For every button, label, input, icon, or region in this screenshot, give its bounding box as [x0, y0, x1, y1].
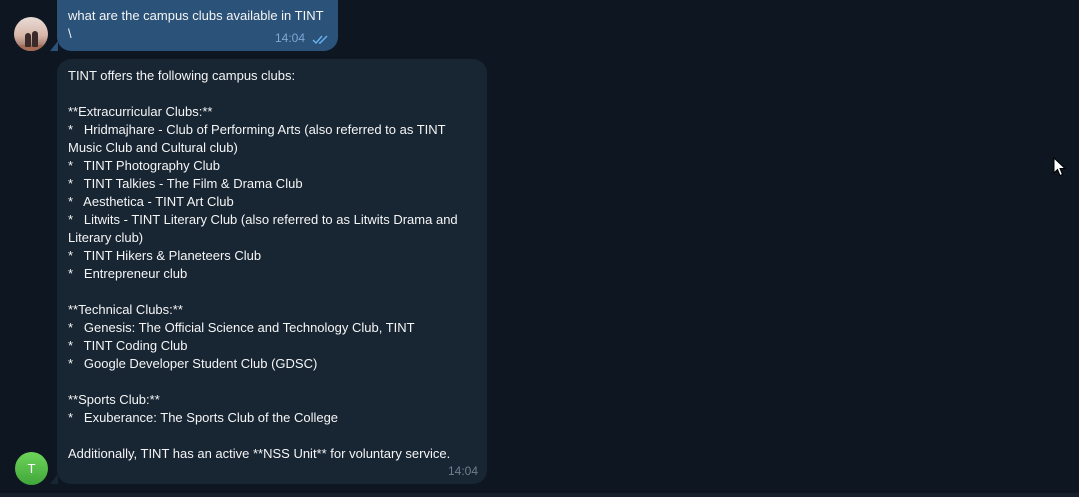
message-body: TINT offers the following campus clubs: …: [68, 67, 476, 463]
message-text-line: * TINT Coding Club: [68, 338, 188, 353]
message-text-line: * TINT Talkies - The Film & Drama Club: [68, 176, 303, 191]
message-text-line: TINT offers the following campus clubs:: [68, 68, 296, 83]
message-text-line: **Sports Club:**: [68, 392, 160, 407]
message-time: 14:04: [274, 31, 305, 45]
message-text-line: * Genesis: The Official Science and Tech…: [68, 320, 415, 335]
user-avatar[interactable]: [14, 17, 48, 51]
bot-avatar[interactable]: T: [15, 452, 48, 485]
message-time: 14:04: [447, 464, 478, 478]
message-text-line: * Aesthetica - TINT Art Club: [68, 194, 234, 209]
double-check-icon: [312, 35, 328, 45]
message-text-line: * TINT Hikers & Planeteers Club: [68, 248, 262, 263]
message-text-line: **Technical Clubs:**: [68, 302, 183, 317]
bot-avatar-initial: T: [27, 461, 36, 476]
message-text-line: * Exuberance: The Sports Club of the Col…: [68, 410, 339, 425]
chat-area: what are the campus clubs available in T…: [0, 0, 1079, 497]
message-text-line: [68, 373, 476, 391]
message-text-line: * Litwits - TINT Literary Club (also ref…: [68, 212, 458, 227]
message-text-line: **Extracurricular Clubs:**: [68, 104, 213, 119]
message-text-line: * Entrepreneur club: [68, 266, 188, 281]
message-text-line: [68, 283, 476, 301]
message-text-line: [68, 427, 476, 445]
message-text-line: * Google Developer Student Club (GDSC): [68, 356, 318, 371]
message-text-line: [68, 85, 476, 103]
mouse-cursor-icon: [1053, 157, 1067, 177]
message-text-line: Music Club and Cultural club): [68, 140, 238, 155]
message-text-line: * Hridmajhare - Club of Performing Arts …: [68, 122, 446, 137]
message-text-line: Literary club): [68, 230, 144, 245]
message-text-line: Additionally, TINT has an active **NSS U…: [68, 446, 451, 461]
message-text-line: * TINT Photography Club: [68, 158, 220, 173]
outgoing-message[interactable]: what are the campus clubs available in T…: [50, 0, 338, 51]
message-text-line: what are the campus clubs available in T…: [68, 8, 324, 23]
bottom-edge: [0, 493, 1079, 497]
incoming-message[interactable]: TINT offers the following campus clubs: …: [50, 59, 487, 484]
